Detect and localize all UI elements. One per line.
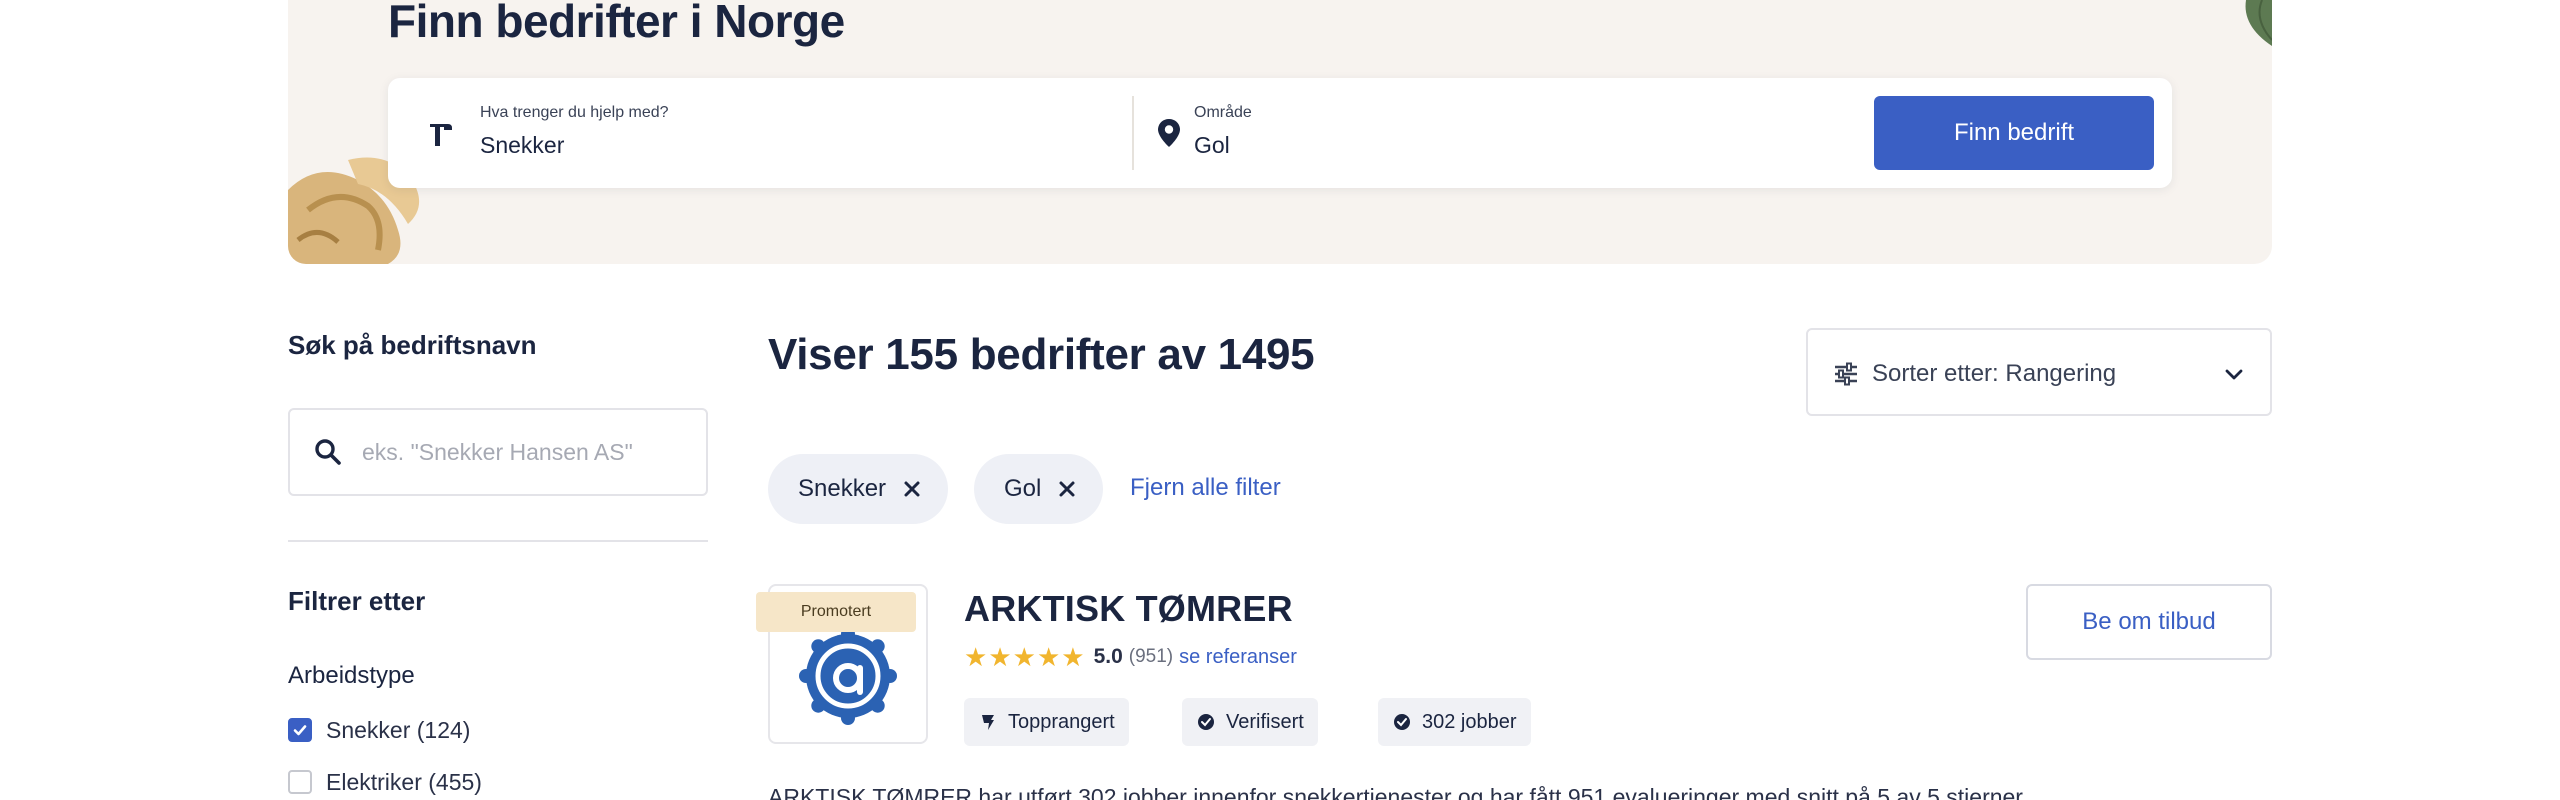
service-field-value[interactable]: Snekker bbox=[480, 132, 564, 159]
company-name-link[interactable]: ARKTISK TØMRER bbox=[964, 588, 1293, 630]
area-field-value[interactable]: Gol bbox=[1194, 132, 1230, 159]
star-icon: ★ bbox=[964, 642, 988, 672]
tag-label: 302 jobber bbox=[1422, 710, 1517, 733]
company-logo[interactable] bbox=[798, 626, 898, 726]
search-hero: Finn bedrifter i Norge Hva trenger du hj… bbox=[288, 0, 2272, 264]
area-field[interactable]: Område Gol bbox=[1134, 78, 1874, 188]
close-icon[interactable] bbox=[902, 479, 922, 499]
checkmark-icon bbox=[293, 725, 307, 736]
filter-option-label: Elektriker (455) bbox=[326, 768, 482, 795]
search-icon bbox=[315, 439, 341, 465]
service-field[interactable]: Hva trenger du hjelp med? Snekker bbox=[388, 78, 1132, 188]
filter-title: Filtrer etter bbox=[288, 586, 426, 616]
star-rating: ★ ★ ★ ★ ★ bbox=[964, 644, 1086, 670]
sort-label: Sorter etter: Rangering bbox=[1872, 360, 2117, 387]
rating-row: ★ ★ ★ ★ ★ 5.0 (951) se referanser bbox=[964, 642, 1297, 672]
tag-label: Verifisert bbox=[1226, 710, 1304, 733]
tag-verified: Verifisert bbox=[1182, 698, 1318, 746]
filter-chip-gol[interactable]: Gol bbox=[974, 454, 1104, 524]
filter-sidebar: Søk på bedriftsnavn Filtrer etter Arbeid… bbox=[288, 330, 708, 795]
sort-dropdown[interactable]: Sorter etter: Rangering bbox=[1806, 328, 2272, 416]
rating-value: 5.0 bbox=[1093, 645, 1123, 668]
hammer-icon bbox=[430, 124, 452, 146]
filter-option-snekker[interactable]: Snekker (124) bbox=[288, 714, 470, 746]
checkbox-checked[interactable] bbox=[288, 718, 312, 742]
find-company-button[interactable]: Finn bedrift bbox=[1874, 96, 2154, 170]
filter-chip-snekker[interactable]: Snekker bbox=[768, 454, 949, 524]
chevron-down-icon bbox=[2225, 369, 2243, 380]
promoted-badge: Promotert bbox=[756, 592, 916, 632]
results-panel: Viser 155 bedrifter av 1495 Sorter etter… bbox=[756, 320, 2272, 800]
company-description: ARKTISK TØMRER har utført 302 jobber inn… bbox=[768, 784, 2029, 800]
company-name-search[interactable] bbox=[288, 408, 708, 496]
trophy-icon bbox=[982, 715, 994, 730]
tag-label: Topprangert bbox=[1008, 710, 1115, 733]
work-type-group-title: Arbeidstype bbox=[288, 662, 415, 689]
filter-option-label: Snekker (124) bbox=[326, 716, 471, 743]
name-search-title: Søk på bedriftsnavn bbox=[288, 330, 537, 360]
leaf-decoration-icon bbox=[2245, 0, 2272, 46]
close-icon[interactable] bbox=[1057, 479, 1077, 499]
filter-option-elektriker[interactable]: Elektriker (455) bbox=[288, 766, 482, 798]
filter-chip-label: Snekker bbox=[798, 475, 887, 502]
references-link[interactable]: se referanser bbox=[1179, 646, 1297, 669]
service-field-label: Hva trenger du hjelp med? bbox=[480, 104, 669, 121]
sidebar-divider bbox=[288, 540, 708, 542]
star-icon: ★ bbox=[1012, 642, 1036, 672]
tag-top-ranked: Topprangert bbox=[964, 698, 1129, 746]
tag-jobs-count: 302 jobber bbox=[1378, 698, 1531, 746]
location-pin-icon bbox=[1158, 119, 1180, 147]
filter-chip-label: Gol bbox=[1004, 475, 1042, 502]
sliders-icon bbox=[1835, 362, 1857, 386]
clear-filters-link[interactable]: Fjern alle filter bbox=[1130, 474, 1281, 502]
checkbox-unchecked[interactable] bbox=[288, 770, 312, 794]
results-count-title: Viser 155 bedrifter av 1495 bbox=[768, 330, 1315, 379]
check-circle-icon bbox=[1394, 714, 1410, 730]
request-quote-button[interactable]: Be om tilbud bbox=[2026, 584, 2272, 660]
verified-icon bbox=[1198, 714, 1214, 730]
company-name-input[interactable] bbox=[362, 432, 692, 472]
page-title: Finn bedrifter i Norge bbox=[388, 0, 845, 47]
star-icon: ★ bbox=[988, 642, 1012, 672]
star-icon: ★ bbox=[1036, 642, 1061, 672]
star-icon: ★ bbox=[1061, 642, 1085, 672]
rating-count: (951) bbox=[1128, 646, 1174, 667]
area-field-label: Område bbox=[1194, 104, 1252, 121]
company-search-bar: Hva trenger du hjelp med? Snekker Område… bbox=[388, 78, 2172, 188]
